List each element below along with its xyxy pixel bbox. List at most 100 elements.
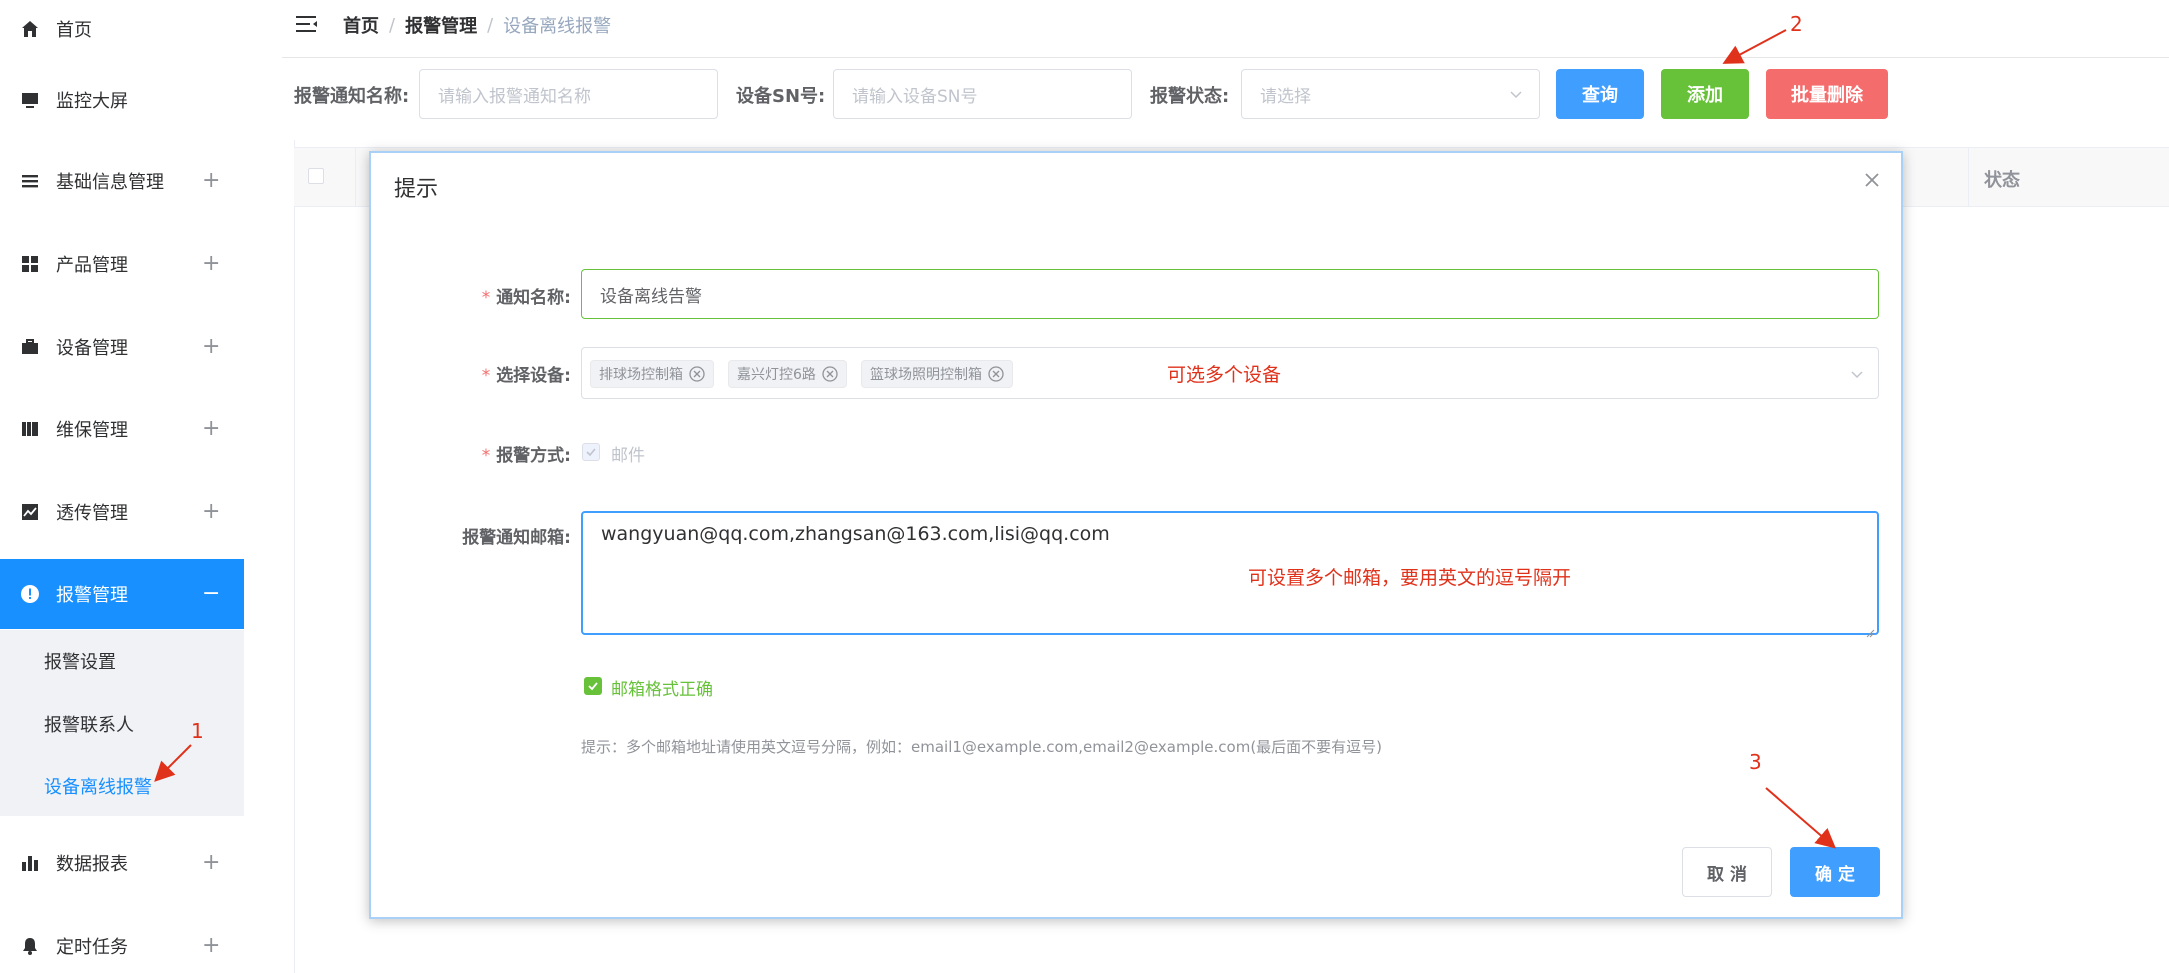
device-tag: 篮球场照明控制箱 bbox=[861, 360, 1013, 388]
breadcrumb-home[interactable]: 首页 bbox=[343, 12, 379, 38]
breadcrumb-separator: / bbox=[389, 14, 396, 36]
briefcase-icon bbox=[20, 337, 40, 357]
sidebar-item-maintenance[interactable]: 维保管理 + bbox=[0, 394, 244, 464]
sidebar-item-label: 报警管理 bbox=[56, 585, 128, 606]
sidebar-item-basic-info[interactable]: 基础信息管理 + bbox=[0, 146, 244, 216]
alarm-status-label: 报警状态: bbox=[1150, 86, 1230, 107]
tag-close-icon[interactable] bbox=[689, 366, 705, 382]
breadcrumb-alarm-management[interactable]: 报警管理 bbox=[405, 12, 477, 38]
alarm-status-placeholder: 请选择 bbox=[1260, 86, 1311, 107]
notice-email-textarea[interactable]: wangyuan@qq.com,zhangsan@163.com,lisi@qq… bbox=[581, 511, 1879, 638]
email-valid-checkbox bbox=[584, 677, 602, 695]
sidebar-item-label: 维保管理 bbox=[56, 420, 128, 441]
sidebar-item-devices[interactable]: 设备管理 + bbox=[0, 312, 244, 382]
expand-icon: + bbox=[202, 850, 221, 875]
notice-name-label: * 通知名称: bbox=[481, 288, 571, 308]
grid-icon bbox=[20, 254, 40, 274]
expand-icon: + bbox=[202, 251, 221, 276]
sidebar-item-passthrough[interactable]: 透传管理 + bbox=[0, 477, 244, 547]
select-device-label: * 选择设备: bbox=[481, 366, 571, 386]
resize-handle-icon[interactable] bbox=[1865, 621, 1875, 638]
query-button[interactable]: 查询 bbox=[1556, 69, 1644, 119]
notice-name-input[interactable]: 设备离线告警 bbox=[581, 269, 1879, 319]
tag-close-icon[interactable] bbox=[988, 366, 1004, 382]
sidebar-item-alarm[interactable]: 报警管理 − bbox=[0, 559, 244, 629]
cancel-button[interactable]: 取 消 bbox=[1682, 847, 1772, 897]
table-column-divider bbox=[355, 147, 356, 207]
annotation-comma-separated: 可设置多个邮箱，要用英文的逗号隔开 bbox=[1248, 567, 1572, 589]
required-mark: * bbox=[481, 446, 491, 466]
annotation-step-2: 2 bbox=[1790, 12, 1803, 36]
list-icon bbox=[20, 171, 40, 191]
annotation-multi-device: 可选多个设备 bbox=[1167, 364, 1282, 386]
device-tag: 排球场控制箱 bbox=[590, 360, 714, 388]
batch-delete-button[interactable]: 批量删除 bbox=[1766, 69, 1888, 119]
sidebar-item-home[interactable]: 首页 bbox=[0, 0, 244, 64]
monitor-icon bbox=[20, 90, 40, 110]
breadcrumb: 首页 / 报警管理 / 设备离线报警 bbox=[343, 12, 611, 38]
alarm-name-input[interactable]: 请输入报警通知名称 bbox=[419, 69, 718, 119]
notice-email-value: wangyuan@qq.com,zhangsan@163.com,lisi@qq… bbox=[601, 523, 1110, 545]
device-sn-input[interactable]: 请输入设备SN号 bbox=[833, 69, 1132, 119]
close-icon[interactable] bbox=[1863, 171, 1881, 189]
device-sn-label: 设备SN号: bbox=[736, 86, 826, 107]
notice-name-value: 设备离线告警 bbox=[600, 286, 702, 307]
alarm-name-placeholder: 请输入报警通知名称 bbox=[438, 86, 591, 107]
sidebar: 首页 监控大屏 基础信息管理 + 产品管理 + 设备管理 + 维保管理 + 透传… bbox=[0, 0, 244, 973]
home-icon bbox=[20, 19, 40, 39]
add-button[interactable]: 添加 bbox=[1661, 69, 1749, 119]
required-mark: * bbox=[481, 288, 491, 308]
expand-icon: + bbox=[202, 416, 221, 441]
alert-icon bbox=[20, 584, 40, 604]
book-icon bbox=[20, 419, 40, 439]
chart-line-icon bbox=[20, 502, 40, 522]
device-tag: 嘉兴灯控6路 bbox=[728, 360, 847, 388]
sidebar-item-schedules[interactable]: 定时任务 + bbox=[0, 911, 244, 973]
expand-icon: + bbox=[202, 334, 221, 359]
alarm-method-label: * 报警方式: bbox=[481, 446, 571, 466]
device-multiselect[interactable]: 排球场控制箱 嘉兴灯控6路 篮球场照明控制箱 可选多个设备 bbox=[581, 347, 1879, 399]
email-method-label: 邮件 bbox=[611, 446, 645, 466]
chevron-down-icon bbox=[1850, 366, 1864, 380]
alarm-name-label: 报警通知名称: bbox=[294, 86, 410, 107]
confirm-button[interactable]: 确 定 bbox=[1790, 847, 1880, 897]
select-all-checkbox[interactable] bbox=[308, 168, 324, 184]
hamburger-icon[interactable] bbox=[296, 14, 318, 34]
breadcrumb-current: 设备离线报警 bbox=[503, 16, 612, 37]
table-header-status: 状态 bbox=[1984, 170, 2020, 191]
sidebar-item-label: 监控大屏 bbox=[56, 91, 128, 112]
sidebar-item-label: 透传管理 bbox=[56, 503, 128, 524]
device-sn-placeholder: 请输入设备SN号 bbox=[852, 86, 978, 107]
alarm-status-select[interactable]: 请选择 bbox=[1241, 69, 1540, 119]
expand-icon: + bbox=[202, 168, 221, 193]
header-divider bbox=[282, 57, 2169, 58]
sidebar-item-label: 设备管理 bbox=[56, 338, 128, 359]
submenu-item-offline-alarm[interactable]: 设备离线报警 bbox=[44, 773, 152, 799]
expand-icon: + bbox=[202, 933, 221, 958]
submenu-item-alarm-contacts[interactable]: 报警联系人 bbox=[44, 711, 134, 737]
dialog-title: 提示 bbox=[394, 177, 439, 202]
annotation-step-3: 3 bbox=[1749, 750, 1762, 774]
email-hint: 提示：多个邮箱地址请使用英文逗号分隔，例如：email1@example.com… bbox=[581, 738, 1383, 756]
collapse-icon: − bbox=[202, 581, 221, 606]
sidebar-divider bbox=[294, 140, 295, 973]
notice-email-label: 报警通知邮箱: bbox=[462, 528, 571, 548]
sidebar-item-label: 基础信息管理 bbox=[56, 172, 164, 193]
chevron-down-icon bbox=[1509, 86, 1523, 100]
sidebar-item-monitor[interactable]: 监控大屏 bbox=[0, 65, 244, 135]
breadcrumb-separator: / bbox=[487, 14, 494, 36]
sidebar-item-reports[interactable]: 数据报表 + bbox=[0, 828, 244, 898]
bell-icon bbox=[20, 936, 40, 956]
email-valid-text: 邮箱格式正确 bbox=[611, 680, 713, 700]
sidebar-item-label: 定时任务 bbox=[56, 937, 128, 958]
alarm-submenu: 报警设置 报警联系人 设备离线报警 bbox=[0, 630, 244, 816]
submenu-item-alarm-settings[interactable]: 报警设置 bbox=[44, 648, 116, 674]
sidebar-item-label: 首页 bbox=[56, 20, 92, 41]
sidebar-item-products[interactable]: 产品管理 + bbox=[0, 229, 244, 299]
sidebar-item-label: 数据报表 bbox=[56, 854, 128, 875]
alarm-dialog: 提示 * 通知名称: 设备离线告警 * 选择设备: 排球场控制箱 嘉兴灯控6路 篮球… bbox=[369, 151, 1903, 919]
email-method-checkbox[interactable] bbox=[582, 443, 600, 461]
bar-chart-icon bbox=[20, 853, 40, 873]
tag-close-icon[interactable] bbox=[822, 366, 838, 382]
annotation-step-1: 1 bbox=[191, 719, 204, 743]
